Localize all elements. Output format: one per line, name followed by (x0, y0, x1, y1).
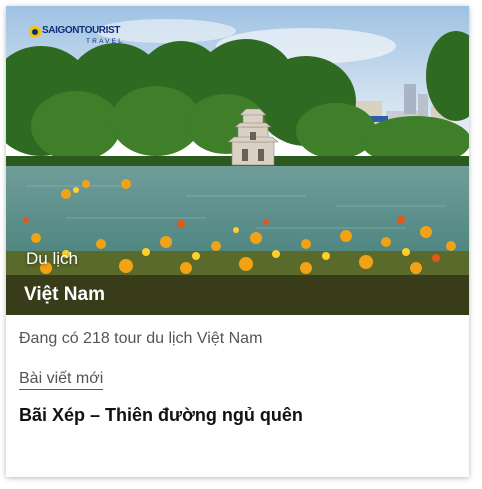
logo-brand: SAIGONTOURIST (42, 25, 120, 36)
tour-count: Đang có 218 tour du lịch Việt Nam (19, 330, 263, 347)
category-label: Du lịch (26, 249, 78, 268)
destination-card[interactable]: SAIGONTOURIST TRAVEL Du lịch Việt Nam Đa… (6, 6, 469, 477)
title-bar: Việt Nam (6, 275, 469, 315)
saigontourist-logo: SAIGONTOURIST TRAVEL (28, 23, 128, 47)
logo-sub: TRAVEL (86, 38, 125, 45)
news-label: Bài viết mới (19, 370, 104, 390)
hero-image[interactable]: SAIGONTOURIST TRAVEL Du lịch Việt Nam (6, 6, 469, 315)
sun-icon (29, 26, 41, 38)
article-headline-link[interactable]: Bãi Xép – Thiên đường ngủ quên (19, 405, 303, 426)
destination-title[interactable]: Việt Nam (24, 284, 105, 306)
